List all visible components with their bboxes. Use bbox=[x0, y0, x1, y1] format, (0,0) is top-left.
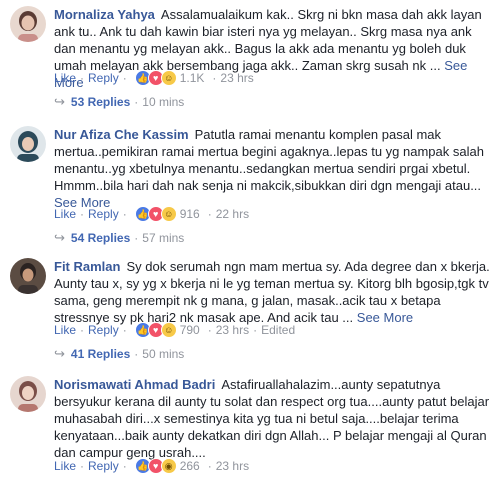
replies-link[interactable]: ↪ 41 Replies · 50 mins bbox=[54, 346, 184, 362]
reply-link[interactable]: Reply bbox=[88, 70, 119, 86]
comment-body: Fit Ramlan Sy dok serumah ngn mam mertua … bbox=[54, 258, 494, 326]
separator: · bbox=[80, 459, 85, 473]
separator: · bbox=[80, 71, 85, 85]
like-link[interactable]: Like bbox=[54, 70, 76, 86]
replies-link[interactable]: ↪ 54 Replies · 57 mins bbox=[54, 230, 184, 246]
like-link[interactable]: Like bbox=[54, 322, 76, 338]
timestamp[interactable]: 22 hrs bbox=[216, 206, 249, 222]
timestamp[interactable]: 23 hrs bbox=[216, 458, 249, 474]
timestamp[interactable]: 23 hrs bbox=[216, 322, 249, 338]
haha-reaction-icon: ☺ bbox=[160, 206, 177, 222]
replies-time: 50 mins bbox=[142, 347, 185, 361]
reactions[interactable]: 👍 ♥ ◉ bbox=[134, 458, 177, 474]
avatar[interactable] bbox=[10, 6, 46, 42]
comment-body: Norismawati Ahmad Badri Astafiruallahalaz… bbox=[54, 376, 494, 461]
comment-actions: Like · Reply · 👍 ♥ ☺ 916 · 22 hrs bbox=[54, 206, 249, 222]
separator: · bbox=[122, 207, 127, 221]
separator: · bbox=[253, 323, 258, 337]
avatar-image bbox=[10, 126, 46, 162]
reaction-count[interactable]: 790 bbox=[180, 322, 200, 338]
avatar-image bbox=[10, 258, 46, 294]
separator: · bbox=[134, 231, 139, 245]
reaction-count[interactable]: 266 bbox=[180, 458, 200, 474]
avatar[interactable] bbox=[10, 376, 46, 412]
comment-body: Nur Afiza Che Kassim Patutla ramai menant… bbox=[54, 126, 494, 211]
author-name[interactable]: Mornaliza Yahya bbox=[54, 7, 155, 22]
reaction-count[interactable]: 916 bbox=[180, 206, 200, 222]
see-more-link[interactable]: See More bbox=[357, 310, 413, 325]
separator: · bbox=[134, 95, 139, 109]
reply-link[interactable]: Reply bbox=[88, 322, 119, 338]
reactions[interactable]: 👍 ♥ ☺ bbox=[134, 70, 177, 86]
replies-link[interactable]: ↪ 53 Replies · 10 mins bbox=[54, 94, 184, 110]
replies-count[interactable]: 54 Replies bbox=[71, 230, 130, 246]
author-name[interactable]: Norismawati Ahmad Badri bbox=[54, 377, 215, 392]
replies-count[interactable]: 41 Replies bbox=[71, 346, 130, 362]
comment-actions: Like · Reply · 👍 ♥ ◉ 266 · 23 hrs bbox=[54, 458, 249, 474]
author-name[interactable]: Fit Ramlan bbox=[54, 259, 120, 274]
reply-link[interactable]: Reply bbox=[88, 458, 119, 474]
edited-label[interactable]: Edited bbox=[261, 322, 295, 338]
timestamp[interactable]: 23 hrs bbox=[220, 70, 253, 86]
separator: · bbox=[207, 207, 212, 221]
author-name[interactable]: Nur Afiza Che Kassim bbox=[54, 127, 189, 142]
comment-actions: Like · Reply · 👍 ♥ ☺ 1.1K · 23 hrs bbox=[54, 70, 254, 86]
reply-arrow-icon: ↪ bbox=[54, 346, 65, 361]
reply-arrow-icon: ↪ bbox=[54, 94, 65, 109]
reaction-count[interactable]: 1.1K bbox=[180, 70, 205, 86]
haha-reaction-icon: ☺ bbox=[160, 322, 177, 338]
avatar[interactable] bbox=[10, 258, 46, 294]
separator: · bbox=[207, 459, 212, 473]
separator: · bbox=[212, 71, 217, 85]
replies-count[interactable]: 53 Replies bbox=[71, 94, 130, 110]
separator: · bbox=[122, 323, 127, 337]
avatar[interactable] bbox=[10, 126, 46, 162]
separator: · bbox=[207, 323, 212, 337]
reactions[interactable]: 👍 ♥ ☺ bbox=[134, 322, 177, 338]
avatar-image bbox=[10, 376, 46, 412]
separator: · bbox=[122, 71, 127, 85]
like-link[interactable]: Like bbox=[54, 206, 76, 222]
wow-reaction-icon: ◉ bbox=[160, 458, 177, 474]
separator: · bbox=[122, 459, 127, 473]
haha-reaction-icon: ☺ bbox=[160, 70, 177, 86]
avatar-image bbox=[10, 6, 46, 42]
replies-time: 57 mins bbox=[142, 231, 185, 245]
reply-link[interactable]: Reply bbox=[88, 206, 119, 222]
like-link[interactable]: Like bbox=[54, 458, 76, 474]
separator: · bbox=[134, 347, 139, 361]
separator: · bbox=[80, 207, 85, 221]
separator: · bbox=[80, 323, 85, 337]
reply-arrow-icon: ↪ bbox=[54, 230, 65, 245]
replies-time: 10 mins bbox=[142, 95, 185, 109]
reactions[interactable]: 👍 ♥ ☺ bbox=[134, 206, 177, 222]
comment-actions: Like · Reply · 👍 ♥ ☺ 790 · 23 hrs · Edit… bbox=[54, 322, 295, 338]
